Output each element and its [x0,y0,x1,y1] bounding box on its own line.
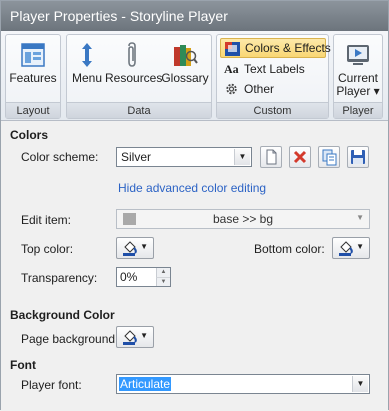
colors-effects-icon [225,42,240,56]
current-player-button[interactable]: Current Player ▾ [334,37,382,99]
delete-scheme-icon [293,150,307,164]
chevron-down-icon: ▼ [234,149,250,165]
stepper-up-icon[interactable]: ▲ [156,268,170,277]
features-label: Features [9,71,57,85]
copy-scheme-icon [322,149,337,166]
chevron-down-icon: ▼ [140,242,148,251]
other-label: Other [244,82,275,96]
transparency-label: Transparency: [21,271,98,285]
group-label-player: Player [334,102,382,118]
hide-advanced-color-link[interactable]: Hide advanced color editing [118,181,266,195]
menu-icon [82,43,92,67]
ribbon-group-layout: Features Layout [5,34,61,119]
features-icon [21,43,45,67]
player-font-label: Player font: [21,378,82,392]
color-scheme-select[interactable]: Silver ▼ [116,147,252,167]
edit-item-label: Edit item: [21,213,72,227]
edit-item-value: base >> bg [212,212,274,226]
color-scheme-value: Silver [121,150,152,164]
menu-label: Menu [71,71,103,85]
text-labels-label: Text Labels [244,62,305,76]
current-player-label-line2: Player ▾ [336,84,380,98]
title-bar: Player Properties - Storyline Player [1,1,388,31]
ribbon-group-data: Menu Resources Glossary Data [66,34,212,119]
stepper-down-icon[interactable]: ▼ [156,277,170,286]
new-scheme-icon [266,149,277,165]
other-gear-icon [226,83,237,95]
properties-content: Colors Color scheme: Silver ▼ Hide advan… [1,121,388,411]
bottom-color-button[interactable]: ▼ [332,237,370,259]
ribbon: Features Layout Menu Resources Glossary … [1,31,388,121]
chevron-down-icon: ▼ [140,331,148,340]
features-button[interactable]: Features [8,37,58,99]
colors-heading: Colors [10,128,49,142]
glossary-button[interactable]: Glossary [161,37,209,99]
group-label-layout: Layout [6,102,60,118]
glossary-icon [174,45,198,66]
text-labels-button[interactable]: Aa Text Labels [220,59,326,79]
font-heading: Font [10,358,36,372]
colors-effects-label: Colors & Effects [245,41,331,55]
page-background-label: Page background: [21,332,119,346]
color-scheme-label: Color scheme: [21,150,99,164]
menu-button[interactable]: Menu [69,37,105,99]
top-color-button[interactable]: ▼ [116,237,154,259]
paint-bucket-icon [339,241,353,256]
glossary-label: Glossary [161,71,209,85]
edit-item-select[interactable]: base >> bg ▼ [116,209,370,229]
save-scheme-icon [351,150,365,164]
player-properties-window: Player Properties - Storyline Player Fea… [0,0,389,411]
chevron-down-icon: ▼ [356,213,364,222]
chevron-down-icon: ▼ [356,242,364,251]
resources-label: Resources [105,71,163,85]
player-font-value: Articulate [119,377,172,391]
chevron-down-icon: ▼ [352,376,368,392]
ribbon-group-player: Current Player ▾ Player [333,34,383,119]
resources-icon [128,42,136,67]
group-label-data: Data [67,102,211,118]
page-background-button[interactable]: ▼ [116,326,154,348]
transparency-value: 0% [120,270,138,284]
current-player-icon [347,45,369,65]
copy-scheme-button[interactable] [318,146,340,168]
ribbon-group-custom: Colors & Effects Aa Text Labels Other Cu… [216,34,331,119]
paint-bucket-icon [123,241,137,256]
group-label-custom: Custom [217,102,328,118]
top-color-label: Top color: [21,242,74,256]
delete-scheme-button[interactable] [289,146,311,168]
background-color-heading: Background Color [10,308,115,322]
text-labels-icon: Aa [224,62,239,76]
save-scheme-button[interactable] [347,146,369,168]
transparency-stepper[interactable]: 0% ▲ ▼ [116,267,171,287]
player-font-select[interactable]: Articulate ▼ [116,374,370,394]
other-button[interactable]: Other [220,79,326,99]
bottom-color-label: Bottom color: [254,242,325,256]
new-scheme-button[interactable] [260,146,282,168]
paint-bucket-icon [123,330,137,345]
colors-effects-button[interactable]: Colors & Effects [220,38,331,58]
resources-button[interactable]: Resources [105,37,163,99]
